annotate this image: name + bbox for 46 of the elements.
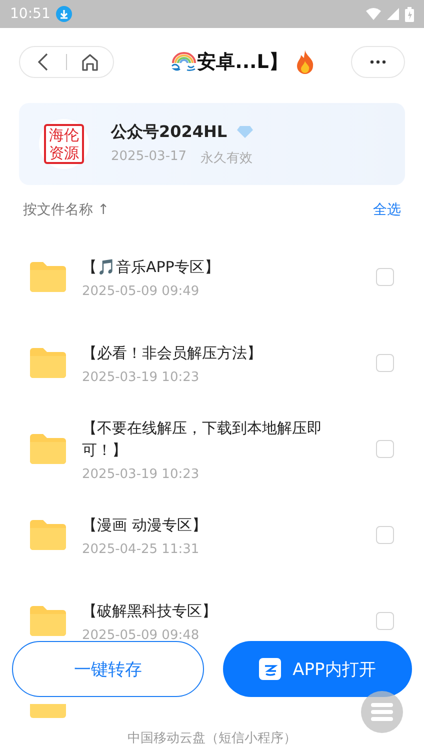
sort-button[interactable]: 按文件名称 ↑ <box>23 200 110 218</box>
footer-text: 中国移动云盘（短信小程序） <box>128 730 296 747</box>
menu-button[interactable] <box>361 691 403 733</box>
seal-logo: 海伦资源 <box>44 124 84 164</box>
checkbox[interactable] <box>376 526 394 544</box>
cloud-app-icon <box>258 658 281 680</box>
open-in-app-button[interactable]: APP内打开 <box>222 641 412 697</box>
modified-date: 2025-03-19 10:23 <box>82 466 200 482</box>
checkbox[interactable] <box>376 440 394 458</box>
modified-date: 2025-05-09 09:48 <box>82 628 200 642</box>
folder-icon <box>30 262 66 292</box>
checkbox[interactable] <box>376 354 394 372</box>
download-icon <box>56 6 72 22</box>
fire-icon <box>296 50 314 74</box>
diamond-icon <box>237 126 254 138</box>
wifi-icon <box>366 8 381 20</box>
save-button[interactable]: 一键转存 <box>12 641 204 697</box>
page-title: 安卓...L】 <box>197 50 288 74</box>
battery-icon <box>405 6 414 22</box>
folder-icon <box>30 348 66 378</box>
checkbox[interactable] <box>376 612 394 630</box>
menu-icon <box>371 703 393 721</box>
back-icon <box>37 52 49 72</box>
folder-name[interactable]: 【必看！非会员解压方法】 <box>82 342 340 364</box>
modified-date: 2025-05-09 09:49 <box>82 284 200 298</box>
checkbox[interactable] <box>376 268 394 286</box>
home-icon <box>80 52 100 72</box>
share-date: 2025-03-17 <box>111 148 187 166</box>
folder-icon <box>30 520 66 550</box>
modified-date: 2025-03-19 10:23 <box>82 370 200 384</box>
folder-name[interactable]: 【漫画 动漫专区】 <box>82 514 340 536</box>
validity-text: 永久有效 <box>200 150 253 166</box>
clock: 10:51 <box>10 6 50 22</box>
select-all-link[interactable]: 全选 <box>373 200 401 218</box>
folder-icon <box>30 606 66 636</box>
signal-icon <box>387 8 399 20</box>
modified-date: 2025-04-25 11:31 <box>82 542 200 556</box>
owner-name: 公众号2024HL <box>111 122 228 142</box>
folder-name[interactable]: 【不要在线解压，下载到本地解压即可！】 <box>82 416 340 460</box>
folder-name[interactable]: 【破解黑科技专区】 <box>82 600 340 622</box>
folder-icon <box>30 704 66 718</box>
folder-name[interactable]: 【🎵音乐APP专区】 <box>82 256 340 278</box>
rainbow-icon <box>171 50 198 72</box>
more-button[interactable] <box>351 46 405 78</box>
folder-icon <box>30 434 66 464</box>
more-icon <box>370 60 386 64</box>
